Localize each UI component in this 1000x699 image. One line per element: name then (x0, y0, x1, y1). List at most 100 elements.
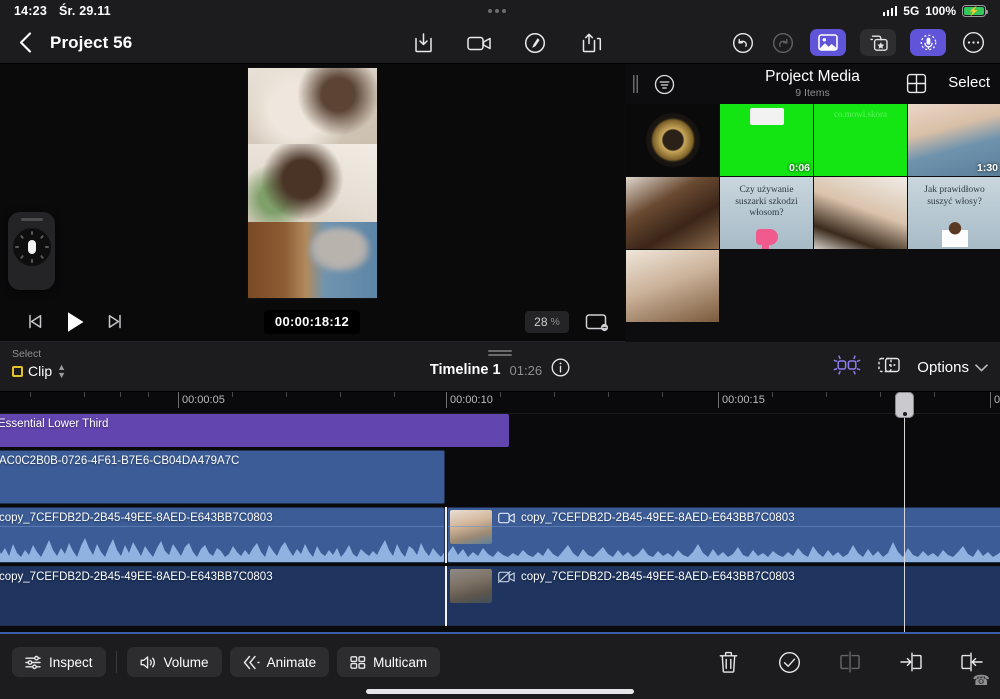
inspect-button[interactable]: Inspect (12, 647, 106, 677)
transport-buttons (22, 309, 128, 335)
photo-icon[interactable] (810, 29, 846, 56)
timeline-resize-grabber[interactable] (488, 350, 512, 356)
jog-dial-widget[interactable] (8, 212, 55, 290)
video-editor-app: 14:23 Śr. 29.11 5G 100% ⚡ Project 56 00:… (0, 0, 1000, 699)
options-button[interactable]: Options (917, 359, 988, 376)
timeline-area[interactable]: 00:00:05 00:00:10 00:00:15 0 Essential L… (0, 392, 1000, 632)
battery-charging-icon: ⚡ (962, 5, 988, 17)
import-icon[interactable] (410, 30, 436, 56)
media-item-green-1[interactable]: 0:06 (720, 104, 813, 176)
video-camera-off-icon (498, 571, 515, 583)
clip-label: copy_7CEFDB2D-2B45-49EE-8AED-E643BB7C080… (0, 512, 273, 524)
media-item-towel[interactable] (626, 250, 719, 322)
media-item-hands-hair[interactable] (814, 177, 907, 249)
media-duration: 1:30 (976, 162, 998, 174)
inspect-label: Inspect (49, 654, 93, 670)
audio-waveform (448, 526, 1000, 562)
status-battery-percent: 100% (925, 4, 956, 18)
ruler-label-15s: 00:00:15 (722, 394, 765, 406)
jog-dial[interactable] (12, 228, 51, 266)
media-item-hair-brush[interactable] (626, 177, 719, 249)
home-indicator (366, 689, 634, 694)
zoom-level-field[interactable]: 28 % (525, 310, 569, 333)
video-camera-icon (498, 512, 515, 524)
playhead[interactable] (895, 392, 914, 632)
clip-edge-selection[interactable] (445, 507, 447, 563)
display-mode-icon[interactable] (583, 310, 611, 334)
animate-button[interactable]: Animate (229, 647, 330, 677)
title-clip[interactable]: Essential Lower Third (0, 414, 509, 447)
preview-frame (247, 66, 378, 300)
media-browser-header: Project Media 9 Items Select (625, 64, 1000, 104)
timeline-toolbar: Select Clip ▲ ▼ Timeline 1 01:26 Options (0, 342, 1000, 392)
checkmark-circle-icon[interactable] (775, 648, 803, 676)
trash-icon[interactable] (714, 648, 742, 676)
grid-view-icon[interactable] (906, 73, 928, 95)
media-browser-title: Project Media (765, 68, 860, 85)
timeline-duration: 01:26 (509, 362, 543, 378)
timeline-toolbar-right: Options (833, 353, 988, 382)
microphone-icon[interactable] (910, 29, 946, 56)
redo-icon[interactable] (770, 30, 796, 56)
voiceover-icon[interactable] (522, 30, 548, 56)
clip-edge-selection[interactable] (445, 566, 447, 626)
page-title: Project 56 (50, 32, 133, 52)
nav-bar: Project 56 (0, 22, 1000, 64)
clip-label: copy_7CEFDB2D-2B45-49EE-8AED-E643BB7C080… (498, 512, 795, 524)
clip-label: AC0C2B0B-0726-4F61-B7E6-CB04DA479A7C (0, 455, 240, 467)
status-date: Śr. 29.11 (58, 4, 111, 18)
overlay-clip[interactable]: AC0C2B0B-0726-4F61-B7E6-CB04DA479A7C (0, 450, 445, 504)
volume-button[interactable]: Volume (126, 647, 222, 677)
split-icon[interactable] (836, 648, 864, 676)
zoom-value: 28 (534, 314, 548, 329)
hair-dryer-icon (755, 229, 778, 249)
media-item-green-2[interactable]: co.mowi.skora (814, 104, 907, 176)
skip-to-end-icon[interactable] (102, 309, 128, 335)
preview-panel-bottom (248, 222, 377, 299)
playhead-handle[interactable] (895, 392, 914, 418)
video-camera-icon[interactable] (466, 30, 492, 56)
bottom-left-buttons: Inspect Volume Animate Multicam (12, 647, 441, 677)
main-clip-2[interactable]: copy_7CEFDB2D-2B45-49EE-8AED-E643BB7C080… (447, 507, 1000, 563)
playhead-timecode[interactable]: 00:00:18:12 (264, 309, 360, 334)
main-clip-1[interactable]: copy_7CEFDB2D-2B45-49EE-8AED-E643BB7C080… (0, 507, 445, 563)
bottom-toolbar: Inspect Volume Animate Multicam ☎ (0, 632, 1000, 699)
ellipsis-circle-icon[interactable] (960, 30, 986, 56)
snapping-icon[interactable] (833, 353, 861, 382)
media-item-question-dry[interactable]: Jak prawidłowo suszyć włosy? (908, 177, 1000, 249)
chevron-down-icon (975, 363, 988, 371)
split-clip-icon[interactable] (877, 354, 901, 381)
multicam-button[interactable]: Multicam (337, 647, 441, 677)
timeline-ruler[interactable]: 00:00:05 00:00:10 00:00:15 0 (0, 392, 1000, 414)
secondary-clip-1[interactable]: copy_7CEFDB2D-2B45-49EE-8AED-E643BB7C080… (0, 566, 445, 626)
audio-waveform (0, 526, 444, 562)
clip-label: Essential Lower Third (0, 418, 109, 430)
info-circle-icon[interactable] (551, 358, 570, 382)
effects-star-icon[interactable] (860, 29, 896, 56)
jog-thumb[interactable] (27, 240, 36, 254)
jog-drag-handle[interactable] (20, 218, 43, 221)
media-duration: 0:06 (788, 162, 810, 174)
speaker-icon (140, 655, 155, 669)
multicam-grid-icon (350, 655, 366, 669)
skip-to-start-icon[interactable] (22, 309, 48, 335)
undo-icon[interactable] (730, 30, 756, 56)
media-item-certificate[interactable] (626, 104, 719, 176)
play-icon[interactable] (62, 309, 88, 335)
status-bar: 14:23 Śr. 29.11 5G 100% ⚡ (0, 0, 1000, 22)
status-right: 5G 100% ⚡ (882, 4, 988, 18)
title-track: Essential Lower Third (0, 414, 1000, 448)
video-preview[interactable] (0, 64, 625, 302)
media-item-question-dryer[interactable]: Czy używanie suszarki szkodzi włosom? (720, 177, 813, 249)
preview-panel-top (248, 67, 377, 144)
secondary-video-track: copy_7CEFDB2D-2B45-49EE-8AED-E643BB7C080… (0, 566, 1000, 628)
clip-label-text: copy_7CEFDB2D-2B45-49EE-8AED-E643BB7C080… (521, 571, 795, 583)
select-button[interactable]: Select (948, 74, 990, 91)
trim-start-icon[interactable] (897, 648, 925, 676)
status-time: 14:23 (14, 4, 47, 18)
media-item-woman-blue[interactable]: 1:30 (908, 104, 1000, 176)
multicam-label: Multicam (373, 654, 428, 670)
secondary-clip-2[interactable]: copy_7CEFDB2D-2B45-49EE-8AED-E643BB7C080… (447, 566, 1000, 626)
share-export-icon[interactable] (578, 30, 604, 56)
chevron-left-icon[interactable] (14, 32, 36, 54)
